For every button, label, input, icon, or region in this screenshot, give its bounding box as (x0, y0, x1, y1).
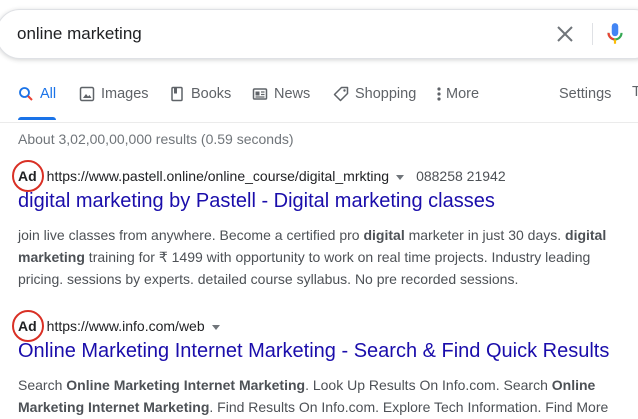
clear-icon[interactable] (553, 22, 577, 46)
tab-more[interactable]: More (436, 84, 479, 104)
settings-label: Settings (559, 86, 612, 102)
snippet-text: join live classes from anywhere. Become … (18, 227, 364, 243)
snippet-text: . Look Up Results On Info.com. Search (305, 377, 552, 393)
search-input[interactable]: online marketing (17, 24, 142, 44)
image-icon (79, 86, 95, 102)
newspaper-icon (252, 88, 268, 100)
tag-icon (333, 86, 349, 102)
tab-label: Books (191, 86, 232, 102)
ad-badge: Ad (12, 310, 44, 342)
snippet-text: training for ₹ 1499 with opportunity to … (18, 249, 591, 287)
active-tab-indicator (18, 117, 56, 120)
snippet-text: marketer in just 30 days. (404, 227, 566, 243)
result-url-line: Ad https://www.info.com/web (12, 310, 232, 342)
ad-badge: Ad (12, 160, 44, 192)
search-bar[interactable]: online marketing (0, 9, 638, 59)
chevron-down-icon[interactable] (211, 324, 220, 330)
tab-label: More (446, 86, 480, 102)
snippet-text: Search (18, 377, 67, 393)
result-url[interactable]: https://www.info.com/web (47, 318, 205, 334)
tab-news[interactable]: News (252, 84, 310, 104)
tab-label: Images (101, 86, 149, 102)
result-stats: About 3,02,00,00,000 results (0.59 secon… (18, 131, 294, 147)
book-icon (171, 86, 183, 102)
tab-shopping[interactable]: Shopping (333, 84, 416, 104)
tools-link[interactable]: T (632, 84, 638, 104)
tab-images[interactable]: Images (79, 84, 149, 104)
result-snippet: Search Online Marketing Internet Marketi… (18, 374, 618, 418)
chevron-down-icon[interactable] (396, 174, 405, 180)
tabs-divider (0, 122, 638, 123)
tab-label: News (274, 86, 311, 102)
tab-books[interactable]: Books (169, 84, 231, 104)
search-divider (592, 23, 593, 45)
vertical-dots-icon (437, 87, 441, 101)
tab-label: Shopping (355, 86, 417, 102)
phone-number[interactable]: 088258 21942 (416, 168, 506, 184)
search-tabs: All Images Books News Shopping More Sett… (0, 84, 638, 120)
tab-all[interactable]: All (18, 84, 56, 104)
result-snippet: join live classes from anywhere. Become … (18, 224, 618, 290)
snippet-text: . Find Results On Info.com. Explore Tech… (209, 399, 609, 415)
ad-highlight-circle (12, 310, 44, 342)
tools-label: T (632, 84, 638, 100)
result-url-line: Ad https://www.pastell.online/online_cou… (12, 160, 506, 192)
snippet-keyword: Online Marketing Internet Marketing (66, 377, 306, 393)
result-url[interactable]: https://www.pastell.online/online_course… (47, 168, 389, 184)
settings-link[interactable]: Settings (559, 84, 611, 104)
snippet-keyword: digital (363, 227, 405, 243)
microphone-icon[interactable] (602, 20, 628, 48)
search-icon (19, 87, 33, 101)
result-title-link[interactable]: Online Marketing Internet Marketing - Se… (18, 340, 609, 363)
ad-highlight-circle (12, 160, 44, 192)
tab-label: All (40, 86, 57, 102)
result-title-link[interactable]: digital marketing by Pastell - Digital m… (18, 190, 495, 213)
